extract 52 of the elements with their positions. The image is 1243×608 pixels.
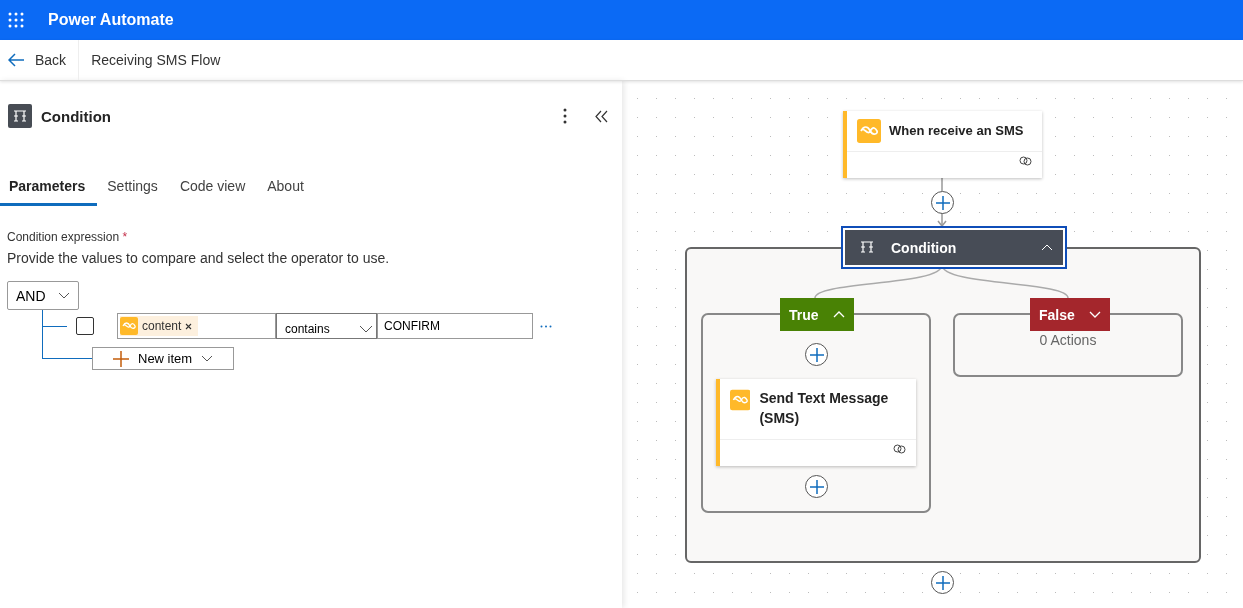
panel-tab[interactable]: Parameters (0, 172, 98, 206)
flow-name: Receiving SMS Flow (90, 52, 221, 68)
back-arrow-icon (8, 53, 25, 67)
action-card[interactable]: Send Text Message (SMS) (716, 379, 916, 466)
panel-tab[interactable]: Code view (170, 172, 258, 206)
group-operator-dropdown[interactable]: AND (7, 281, 79, 310)
app-launcher-icon[interactable] (8, 12, 24, 28)
link-icon (893, 444, 906, 454)
branch-header[interactable]: False (1030, 298, 1110, 331)
chevron-down-icon (359, 324, 373, 333)
plus-icon (113, 350, 129, 367)
dynamic-content-token[interactable]: content (120, 316, 199, 336)
add-step-button[interactable] (931, 571, 954, 594)
link-icon (120, 317, 138, 335)
card-title: Send Text Message (SMS) (759, 389, 890, 428)
remove-icon[interactable] (185, 322, 193, 330)
link-icon (1019, 156, 1032, 166)
connector-logo-icon (730, 388, 751, 412)
field-label: Condition expression * (7, 230, 129, 244)
operator-dropdown[interactable]: contains (276, 313, 377, 339)
more-options-icon[interactable] (563, 108, 567, 124)
app-title: Power Automate (48, 11, 174, 29)
condition-icon (859, 239, 875, 256)
card-title: When receive an SMS (889, 122, 1024, 140)
chevron-icon (832, 311, 845, 318)
new-item-button[interactable]: New item (92, 347, 235, 370)
connector-logo-icon (857, 119, 881, 143)
branch-header[interactable]: True (780, 298, 854, 331)
condition-card[interactable]: Condition (843, 228, 1065, 267)
panel-tab[interactable]: Settings (98, 172, 170, 206)
condition-icon (8, 104, 32, 128)
plus-icon (809, 347, 824, 362)
plus-icon (809, 479, 824, 494)
panel-tab[interactable]: About (258, 172, 316, 206)
action-count: 0 Actions (1038, 332, 1098, 348)
field-description: Provide the values to compare and select the operator to use. (7, 250, 391, 266)
chevron-icon (1041, 244, 1053, 251)
collapse-panel-icon[interactable] (595, 109, 608, 123)
chevron-down-icon (201, 355, 214, 362)
plus-icon (935, 195, 950, 210)
connector-arrow (937, 177, 947, 228)
chevron-icon (1088, 311, 1101, 318)
add-step-button[interactable] (931, 191, 954, 214)
value-field[interactable]: CONFIRM (377, 313, 533, 339)
plus-icon (935, 575, 950, 590)
row-checkbox[interactable] (76, 317, 94, 335)
chevron-down-icon (57, 292, 70, 299)
trigger-card[interactable]: When receive an SMS (843, 111, 1042, 178)
value-field[interactable]: content (117, 313, 276, 339)
more-options-icon[interactable] (540, 324, 552, 328)
back-button[interactable]: Back (0, 40, 80, 80)
panel-title: Condition (41, 107, 112, 125)
